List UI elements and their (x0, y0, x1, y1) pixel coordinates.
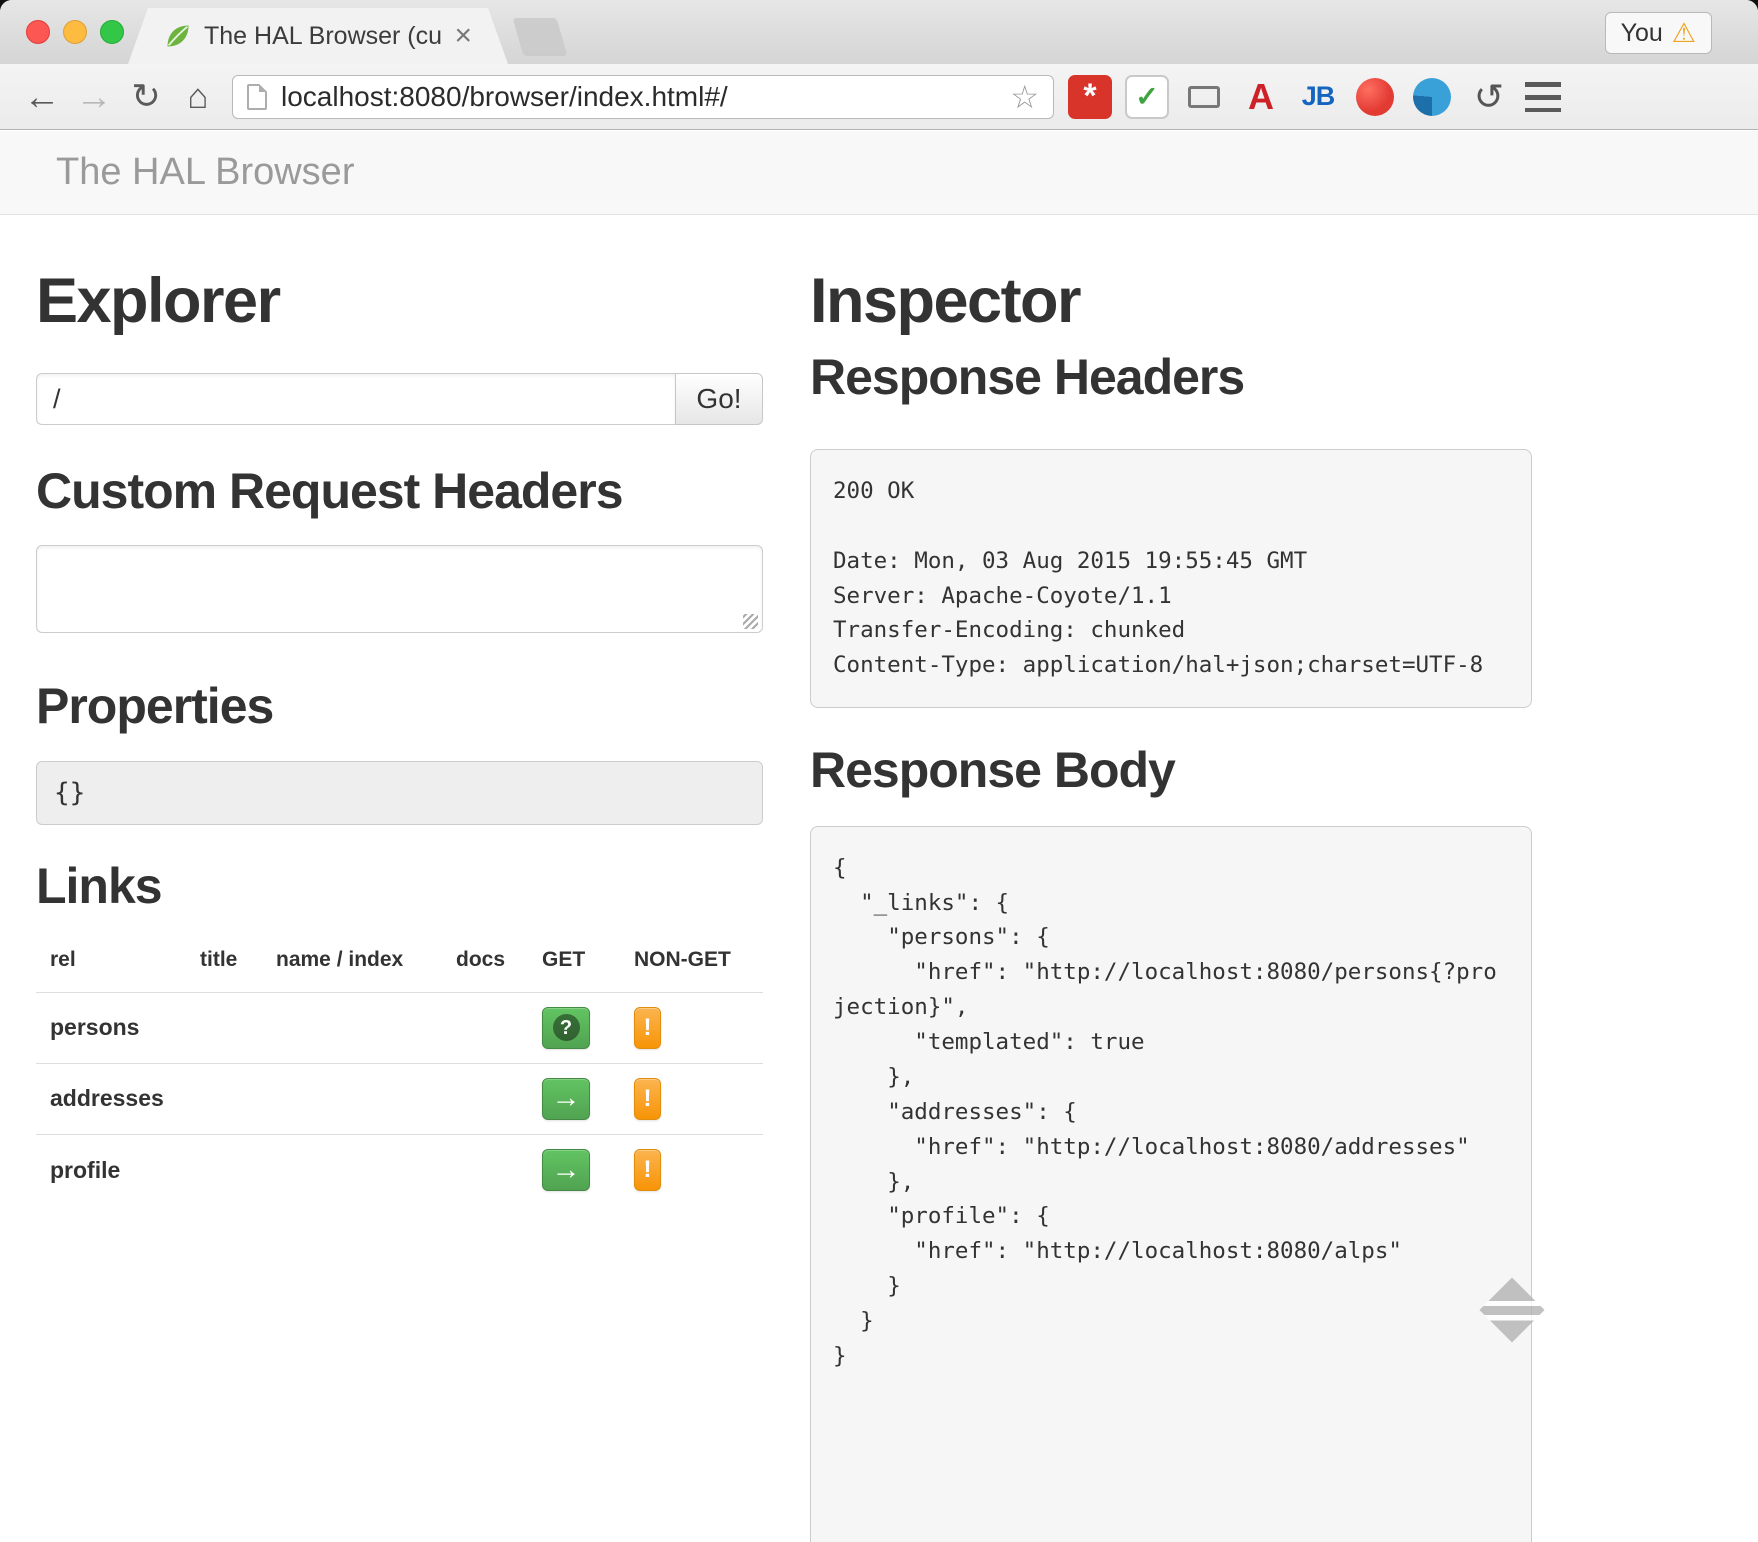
zoom-window-button[interactable] (100, 20, 124, 44)
column-header-rel: rel (36, 930, 186, 993)
extension-icon-green-check[interactable]: ✓ (1125, 75, 1169, 119)
warning-icon: ⚠ (1672, 20, 1696, 47)
column-header-non-get: NON-GET (620, 930, 763, 993)
close-window-button[interactable] (26, 20, 50, 44)
resize-grip-icon[interactable] (743, 614, 758, 629)
explorer-form: Go! (36, 373, 763, 425)
column-header-title: title (186, 930, 262, 993)
link-rel: profile (36, 1134, 186, 1205)
url-text[interactable]: localhost:8080/browser/index.html#/ (281, 81, 996, 113)
page-content: The HAL Browser Explorer Go! Custom Requ… (0, 131, 1758, 1542)
site-title: The HAL Browser (56, 151, 354, 194)
chrome-menu-button[interactable] (1525, 82, 1561, 112)
cast-icon[interactable] (1182, 75, 1226, 119)
link-rel: addresses (36, 1063, 186, 1134)
response-headers-box: 200 OK Date: Mon, 03 Aug 2015 19:55:45 G… (810, 449, 1532, 708)
site-header: The HAL Browser (0, 131, 1758, 215)
exclamation-icon: ! (644, 1016, 652, 1040)
history-icon[interactable]: ↺ (1467, 75, 1511, 119)
column-header-docs: docs (442, 930, 528, 993)
tab-title: The HAL Browser (customiz (204, 22, 442, 51)
page-icon (247, 84, 267, 110)
custom-headers-textarea[interactable] (36, 545, 763, 633)
arrow-right-icon: → (552, 1084, 581, 1113)
profile-label: You (1621, 19, 1663, 48)
browser-toolbar: ← → ↻ ⌂ localhost:8080/browser/index.htm… (0, 64, 1758, 130)
reload-button[interactable]: ↻ (120, 79, 172, 114)
exclamation-icon: ! (644, 1087, 652, 1111)
new-tab-button[interactable] (513, 18, 568, 56)
link-rel: persons (36, 992, 186, 1063)
non-get-button[interactable]: ! (634, 1007, 661, 1049)
extension-icon-jb[interactable]: JB (1296, 75, 1340, 119)
properties-heading: Properties (36, 678, 763, 736)
tab-close-icon[interactable]: × (454, 21, 472, 51)
extension-icon-blue-circle[interactable] (1410, 75, 1454, 119)
bookmark-star-icon[interactable]: ☆ (1010, 81, 1039, 113)
back-button[interactable]: ← (16, 78, 68, 115)
column-header-get: GET (528, 930, 620, 993)
profile-button[interactable]: You ⚠ (1605, 12, 1712, 54)
exclamation-icon: ! (644, 1158, 652, 1182)
explorer-heading: Explorer (36, 265, 763, 337)
response-headers-heading: Response Headers (810, 349, 1532, 407)
tab-strip: The HAL Browser (customiz × You ⚠ (0, 0, 1758, 64)
go-button[interactable]: Go! (675, 373, 763, 425)
spring-leaf-favicon-icon (164, 22, 192, 50)
question-sign-icon: ? (553, 1014, 580, 1041)
extension-icon-red-asterisk[interactable]: * (1068, 75, 1112, 119)
links-table: rel title name / index docs GET NON-GET … (36, 930, 763, 1206)
inspector-heading: Inspector (810, 265, 1532, 337)
browser-tab[interactable]: The HAL Browser (customiz × (128, 8, 508, 64)
forward-button[interactable]: → (68, 78, 120, 115)
table-row: profile → ! (36, 1134, 763, 1205)
table-row: persons ? ! (36, 992, 763, 1063)
custom-headers-heading: Custom Request Headers (36, 463, 763, 521)
response-body-box: { "_links": { "persons": { "href": "http… (810, 826, 1532, 1542)
inspector-panel: Inspector Response Headers 200 OK Date: … (810, 215, 1532, 1542)
address-bar[interactable]: localhost:8080/browser/index.html#/ ☆ (232, 75, 1054, 119)
path-input[interactable] (36, 373, 675, 425)
get-button[interactable]: → (542, 1078, 590, 1120)
table-row: addresses → ! (36, 1063, 763, 1134)
non-get-button[interactable]: ! (634, 1078, 661, 1120)
properties-value: {} (36, 761, 763, 825)
explorer-panel: Explorer Go! Custom Request Headers Prop… (36, 215, 763, 1205)
cast-screen-shape (1188, 86, 1220, 108)
response-body-heading: Response Body (810, 742, 1532, 800)
get-button[interactable]: → (542, 1149, 590, 1191)
home-button[interactable]: ⌂ (172, 79, 224, 114)
browser-window: The HAL Browser (customiz × You ⚠ ← → ↻ … (0, 0, 1758, 1542)
extension-icon-red-circle[interactable] (1353, 75, 1397, 119)
arrow-right-icon: → (552, 1156, 581, 1185)
extension-icon-red-a[interactable]: A (1239, 75, 1283, 119)
extensions-row: * ✓ A JB ↺ (1068, 75, 1511, 119)
column-header-name: name / index (262, 930, 442, 993)
minimize-window-button[interactable] (63, 20, 87, 44)
links-heading: Links (36, 858, 763, 916)
get-button[interactable]: ? (542, 1007, 590, 1049)
window-controls (26, 20, 124, 44)
non-get-button[interactable]: ! (634, 1149, 661, 1191)
